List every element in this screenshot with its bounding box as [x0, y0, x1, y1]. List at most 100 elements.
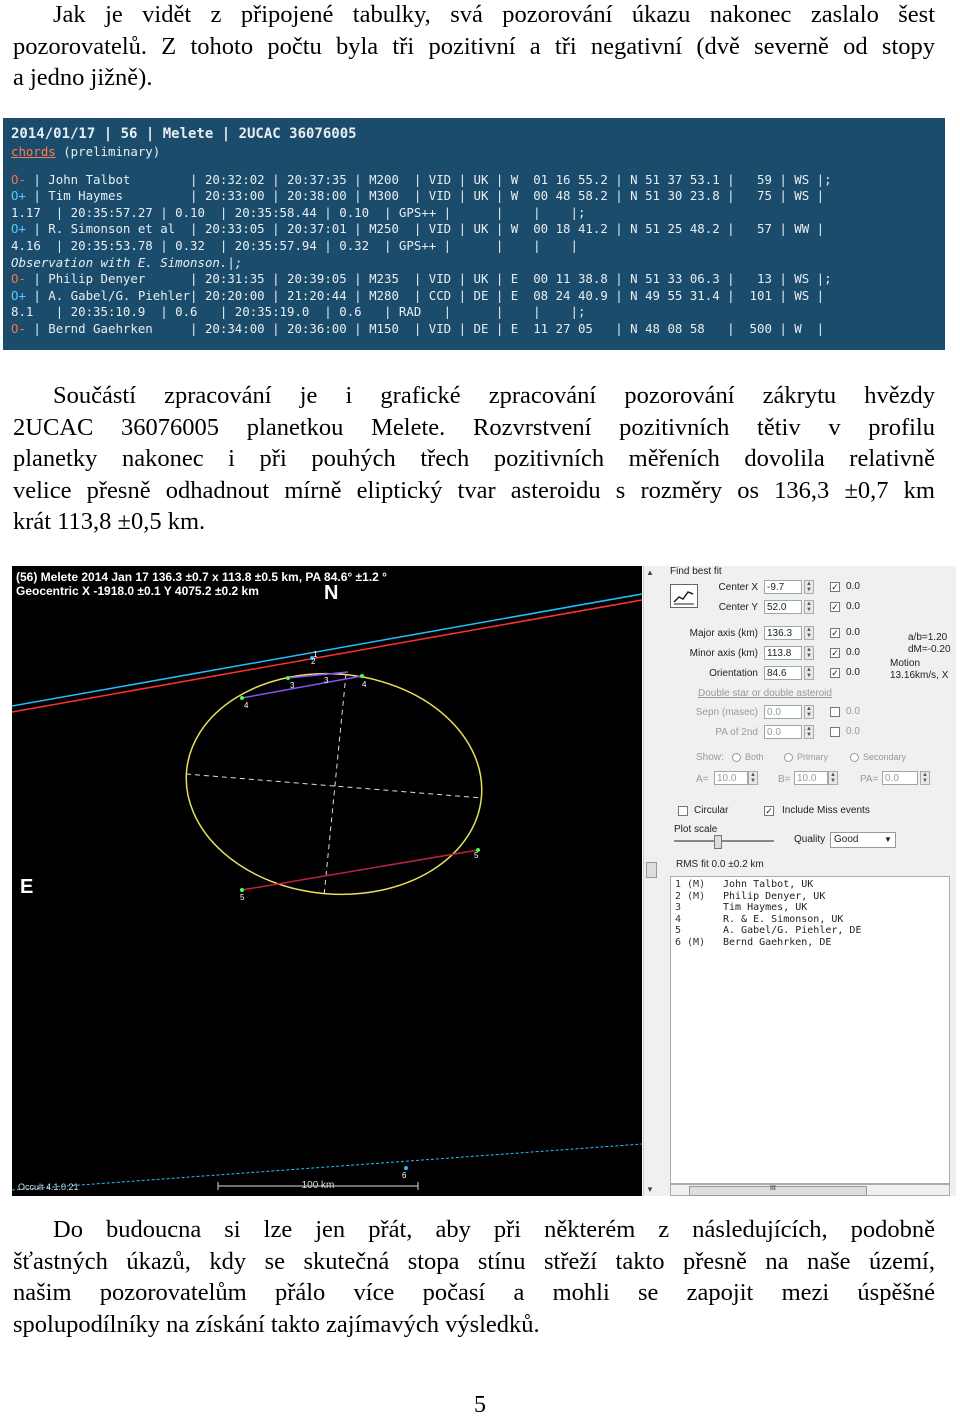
major-axis-check[interactable]: ✓	[830, 628, 840, 638]
both-radio[interactable]	[732, 753, 741, 762]
chord-label: 3	[324, 676, 329, 685]
secondary-radio[interactable]	[850, 753, 859, 762]
motion-label: Motion	[890, 658, 921, 669]
major-axis-spinner[interactable]: ▲ ▼	[804, 626, 814, 640]
quality-select[interactable]: Good ▼	[830, 832, 896, 848]
sepn-check[interactable]	[830, 707, 840, 717]
pa2-check[interactable]	[830, 727, 840, 737]
a-spinner[interactable]: ▲ ▼	[748, 771, 758, 785]
observation-table-screenshot: 2014/01/17 | 56 | Melete | 2UCAC 3607600…	[3, 118, 945, 350]
chord-list-item[interactable]: 3 Tim Haymes, UK	[675, 902, 949, 914]
chord-label: 5	[474, 851, 479, 860]
center-y-spinner[interactable]: ▲ ▼	[804, 600, 814, 614]
pa2-input[interactable]: 0.0	[764, 725, 802, 739]
outro-line: Do budoucna si lze jen přát, aby při něk…	[53, 1216, 935, 1243]
minor-axis-sd: 0.0	[846, 647, 860, 658]
both-label: Both	[745, 752, 764, 762]
negative-mark: O-	[11, 171, 26, 187]
hscroll-grip: III	[770, 1185, 776, 1192]
chord-number: 4	[675, 913, 682, 925]
asteroid-profile-ellipse	[185, 672, 483, 896]
primary-radio[interactable]	[784, 753, 793, 762]
chord-observer: Philip Denyer, UK	[723, 890, 826, 902]
pa2-label: PA of 2nd	[715, 727, 758, 738]
circular-check[interactable]	[678, 806, 688, 816]
observation-row-text: | Philip Denyer | 20:31:35 | 20:39:05 | …	[25, 271, 832, 287]
middle-line: planetky nakonec i při pouhých třech poz…	[13, 445, 935, 472]
chord-number: 2 (M)	[675, 890, 706, 902]
observation-row-text: 1.17 | 20:35:57.27 | 0.10 | 20:35:58.44 …	[11, 204, 586, 220]
center-y-input[interactable]: 52.0	[764, 600, 802, 614]
orientation-check[interactable]: ✓	[830, 668, 840, 678]
observation-row: O- | Philip Denyer | 20:31:35 | 20:39:05…	[11, 271, 937, 288]
intro-line: a jedno jižně).	[13, 64, 153, 91]
minor-axis-input[interactable]: 113.8	[764, 646, 802, 660]
pa2-spinner[interactable]: ▲ ▼	[804, 725, 814, 739]
outro-paragraph: Do budoucna si lze jen přát, aby při něk…	[13, 1214, 935, 1340]
observation-row: O- | Bernd Gaehrken | 20:34:00 | 20:36:0…	[11, 321, 937, 338]
negative-mark: O-	[11, 320, 26, 336]
plot-vertical-scrollbar[interactable]: ▲ ▼	[643, 566, 658, 1196]
observation-row: 4.16 | 20:35:53.78 | 0.32 | 20:35:57.94 …	[11, 238, 937, 255]
pa-label: PA=	[860, 774, 879, 785]
chord-list-item[interactable]: 4 R. & E. Simonson, UK	[675, 914, 949, 926]
minor-axis-spinner[interactable]: ▲ ▼	[804, 646, 814, 660]
orientation-label: Orientation	[709, 668, 758, 679]
pa-spinner[interactable]: ▲ ▼	[920, 771, 930, 785]
scrollbar-thumb[interactable]	[646, 862, 657, 878]
chord-list-item[interactable]: 5 A. Gabel/G. Piehler, DE	[675, 925, 949, 937]
panel-title: Find best fit	[670, 566, 722, 577]
chord-label: 6	[402, 1171, 407, 1180]
chord-list-item[interactable]: 6 (M) Bernd Gaehrken, DE	[675, 937, 949, 949]
north-limit-line-red	[12, 599, 642, 713]
major-axis-input[interactable]: 136.3	[764, 626, 802, 640]
center-x-label: Center X	[718, 582, 758, 593]
center-x-check[interactable]: ✓	[830, 582, 840, 592]
b-input[interactable]: 10.0	[794, 771, 828, 785]
orientation-spinner[interactable]: ▲ ▼	[804, 666, 814, 680]
scroll-up-icon[interactable]: ▲	[646, 568, 654, 577]
chords-link[interactable]: chords	[11, 144, 56, 159]
orientation-input[interactable]: 84.6	[764, 666, 802, 680]
chords-note: (preliminary)	[55, 144, 161, 159]
scroll-down-icon[interactable]: ▼	[646, 1185, 654, 1194]
sepn-label: Sepn (masec)	[695, 707, 758, 718]
a-input[interactable]: 10.0	[714, 771, 748, 785]
middle-line: Součástí zpracování je i grafické zpraco…	[53, 382, 935, 409]
minor-axis-check[interactable]: ✓	[830, 648, 840, 658]
chord-label: 5	[240, 893, 245, 902]
chord-observer: John Talbot, UK	[723, 879, 814, 890]
chevron-down-icon[interactable]: ▼	[881, 833, 895, 847]
chord-list-item[interactable]: 1 (M) John Talbot, UK	[675, 879, 949, 891]
center-x-spinner[interactable]: ▲ ▼	[804, 580, 814, 594]
chord-number: 1 (M)	[675, 879, 706, 890]
slider-knob[interactable]	[714, 835, 722, 849]
include-miss-check[interactable]: ✓	[764, 806, 774, 816]
chords-line: chords (preliminary)	[11, 144, 937, 161]
positive-mark: O+	[11, 287, 26, 303]
plot-scale-slider[interactable]	[674, 835, 774, 849]
primary-label: Primary	[797, 752, 828, 762]
observation-row: O+ | R. Simonson et al | 20:33:05 | 20:3…	[11, 221, 937, 238]
plot-scale-label: Plot scale	[674, 824, 718, 835]
chord-observer: R. & E. Simonson, UK	[723, 913, 844, 925]
intro-line: Jak je vidět z připojené tabulky, svá po…	[53, 1, 935, 28]
center-x-input[interactable]: -9.7	[764, 580, 802, 594]
chord-observer: Bernd Gaehrken, DE	[723, 936, 832, 948]
chord-number: 3	[675, 902, 682, 913]
hscroll-thumb[interactable]: III	[689, 1185, 867, 1196]
center-y-check[interactable]: ✓	[830, 602, 840, 612]
chord-list[interactable]: 1 (M) John Talbot, UK 2 (M) Philip Denyer, …	[670, 876, 950, 1184]
chord-list-item[interactable]: 2 (M) Philip Denyer, UK	[675, 891, 949, 903]
positive-mark: O+	[11, 188, 26, 204]
pa-input[interactable]: 0.0	[882, 771, 918, 785]
intro-line: pozorovatelů. Z tohoto počtu byla tři po…	[13, 32, 935, 60]
occultation-plot: 2 1 3 4 3 4 5 5 6 (56) Melete 2014 Jan 1…	[12, 566, 642, 1196]
middle-line: velice přesně odhadnout mírně eliptický …	[13, 476, 935, 504]
center-y-label: Center Y	[718, 602, 758, 613]
sepn-input[interactable]: 0.0	[764, 705, 802, 719]
b-spinner[interactable]: ▲ ▼	[828, 771, 838, 785]
sepn-spinner[interactable]: ▲ ▼	[804, 705, 814, 719]
chord-list-hscroll[interactable]: III	[670, 1184, 950, 1196]
chord-observer: A. Gabel/G. Piehler, DE	[723, 925, 862, 936]
